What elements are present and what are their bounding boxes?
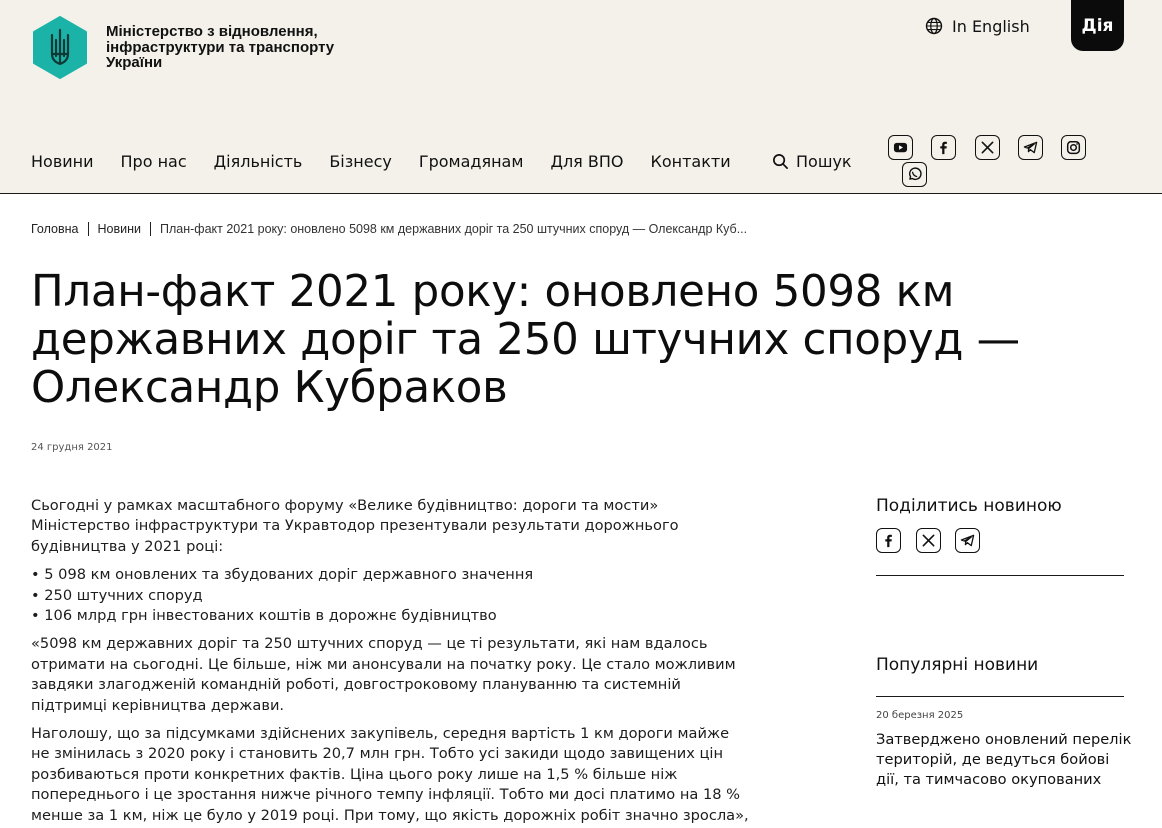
youtube-icon <box>893 142 908 153</box>
nav-item-idp[interactable]: Для ВПО <box>550 152 623 171</box>
language-label: In English <box>952 16 1030 36</box>
facebook-icon <box>940 141 947 155</box>
popular-news-title: Популярні новини <box>876 655 1039 675</box>
x-icon <box>922 534 935 547</box>
search-button[interactable]: Пошук <box>772 152 852 171</box>
telegram-icon <box>1023 141 1038 154</box>
sidebar-divider <box>876 696 1124 697</box>
instagram-link[interactable] <box>1061 135 1086 160</box>
list-item: 250 штучних споруд <box>31 586 751 606</box>
nav-item-about[interactable]: Про нас <box>121 152 187 171</box>
diia-button[interactable]: Дія <box>1071 0 1124 51</box>
nav-item-business[interactable]: Бізнесу <box>329 152 392 171</box>
main-nav: Новини Про нас Діяльність Бізнесу Громад… <box>31 152 758 171</box>
language-switch[interactable]: In English <box>925 15 1030 37</box>
site-header: Міністерство з відновлення, інфраструкту… <box>0 0 1162 194</box>
whatsapp-link[interactable] <box>902 162 927 187</box>
article-body: Сьогодні у рамках масштабного форуму «Ве… <box>31 496 751 828</box>
popular-news-date: 20 березня 2025 <box>876 710 964 721</box>
telegram-link[interactable] <box>1018 135 1043 160</box>
article-paragraph: Наголошу, що за підсумками здійснених за… <box>31 725 749 828</box>
breadcrumb-separator <box>87 222 89 236</box>
search-icon <box>773 154 788 169</box>
breadcrumb-separator <box>150 222 151 236</box>
x-link[interactable] <box>975 135 1000 160</box>
share-title: Поділитись новиною <box>876 496 1062 516</box>
nav-item-citizens[interactable]: Громадянам <box>419 152 524 171</box>
telegram-icon <box>960 534 975 547</box>
globe-icon <box>925 17 943 35</box>
instagram-icon <box>1066 140 1081 155</box>
breadcrumb: Головна Новини План-факт 2021 року: онов… <box>31 222 747 236</box>
article-title: План-факт 2021 року: оновлено 5098 км де… <box>31 267 1020 413</box>
whatsapp-icon <box>909 167 922 181</box>
nav-item-news[interactable]: Новини <box>31 152 94 171</box>
breadcrumb-home[interactable]: Головна <box>31 222 79 236</box>
facebook-link[interactable] <box>931 135 956 160</box>
nav-item-activity[interactable]: Діяльність <box>214 152 303 171</box>
x-icon <box>981 141 994 154</box>
sidebar-divider <box>876 575 1124 576</box>
youtube-link[interactable] <box>888 135 913 160</box>
breadcrumb-news[interactable]: Новини <box>98 222 142 236</box>
list-item: 5 098 км оновлених та збудованих доріг д… <box>31 565 751 585</box>
ministry-name[interactable]: Міністерство з відновлення, інфраструкту… <box>106 24 366 71</box>
breadcrumb-current: План-факт 2021 року: оновлено 5098 км де… <box>160 222 748 236</box>
share-telegram-button[interactable] <box>955 528 980 553</box>
article-date: 24 грудня 2021 <box>31 442 113 453</box>
article-bullet-list: 5 098 км оновлених та збудованих доріг д… <box>31 565 751 626</box>
share-x-button[interactable] <box>916 528 941 553</box>
share-facebook-button[interactable] <box>876 528 901 553</box>
facebook-icon <box>885 534 892 548</box>
list-item: 106 млрд грн інвестованих коштів в дорож… <box>31 606 751 626</box>
popular-news-link[interactable]: Затверджено оновлений перелік територій,… <box>876 730 1134 791</box>
article-quote: «5098 км державних доріг та 250 штучних … <box>31 635 736 714</box>
article-intro: Сьогодні у рамках масштабного форуму «Ве… <box>31 497 679 555</box>
search-label: Пошук <box>796 152 852 171</box>
ministry-logo-icon[interactable] <box>31 16 89 79</box>
nav-item-contacts[interactable]: Контакти <box>650 152 730 171</box>
